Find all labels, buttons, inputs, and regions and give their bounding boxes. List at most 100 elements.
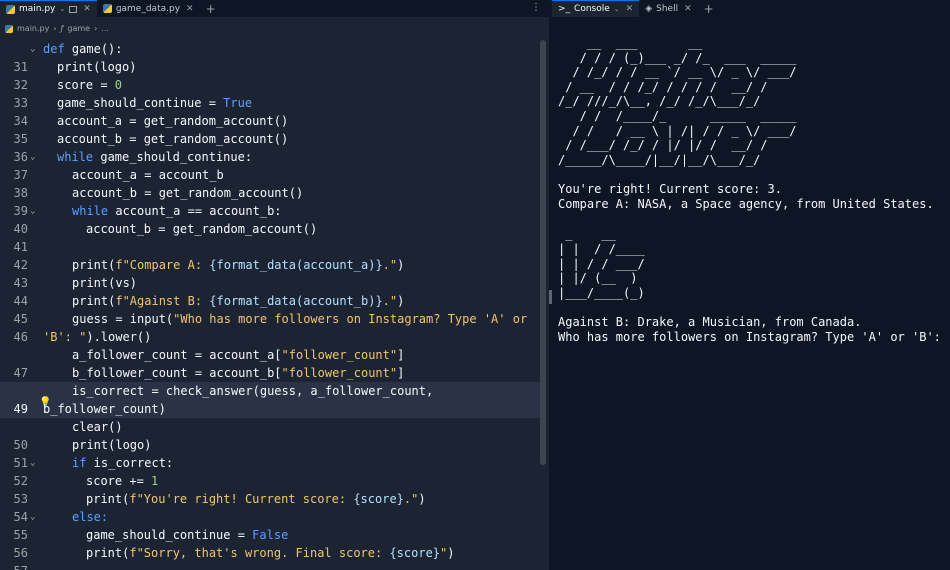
fold-chevron-icon[interactable]: ⌄ (30, 454, 35, 472)
code-token: account_a = get_random_account() (57, 114, 289, 128)
code-token: print(logo) (72, 438, 152, 452)
code-line[interactable]: 53 score += 1 (0, 472, 540, 506)
code-token: print( (72, 258, 116, 272)
chevron-down-icon[interactable]: ⌄ (614, 5, 620, 13)
tab-label: Shell (656, 3, 679, 14)
split-view-icon[interactable] (69, 5, 78, 13)
code-token: score = (57, 78, 115, 92)
code-line[interactable]: 54 print(f"You're right! Current score: … (0, 490, 540, 524)
fold-chevron-icon[interactable]: ⌄ (30, 202, 35, 220)
breadcrumb-separator-icon: › (94, 24, 98, 33)
console-pane: >_ Console ⌄ ✕ ◈ Shell ✕ + __ ___ __ / /… (552, 0, 950, 570)
input-prompt: Who has more followers on Instagram? Typ… (558, 330, 949, 345)
code-line-current[interactable]: 49 is_correct = check_answer(guess, a_fo… (0, 382, 540, 418)
code-token: {score} (389, 546, 441, 560)
code-line[interactable]: 35 account_a = get_random_account() (0, 112, 540, 146)
breadcrumb-symbol[interactable]: game (67, 24, 90, 33)
code-token: "follower_count" (281, 348, 398, 362)
add-tab-icon[interactable]: + (200, 2, 222, 16)
code-line[interactable]: 51 print(logo) (0, 436, 540, 470)
breadcrumb-more[interactable]: ... (101, 24, 109, 33)
close-icon[interactable]: ✕ (684, 4, 692, 14)
code-token: ." (403, 492, 419, 506)
breadcrumb-file[interactable]: main.py (17, 24, 49, 33)
tab-console[interactable]: >_ Console ⌄ ✕ (552, 0, 640, 17)
vs-art: _ __ | | / /____ | | / / ___/ | |/ (__ )… (558, 227, 645, 300)
code-line[interactable]: 56 game_should_continue = False (0, 526, 540, 560)
code-token: ." (382, 294, 398, 308)
code-token: ] (397, 348, 405, 362)
code-token: account_b = get_random_account() (72, 186, 304, 200)
code-token: 'B': " (43, 330, 87, 344)
chevron-down-icon[interactable]: ⌄ (59, 5, 65, 13)
code-token: account_b = get_random_account() (57, 132, 289, 146)
code-line[interactable]: 33 score = 0 (0, 76, 540, 110)
code-line[interactable]: 52 ⌄ if is_correct: (0, 454, 540, 488)
code-line[interactable]: 57 print(f"Sorry, that's wrong. Final sc… (0, 544, 540, 570)
code-token: ) (447, 546, 455, 560)
code-line[interactable]: 40 ⌄ while account_a == account_b: (0, 202, 540, 236)
code-token: f"Compare A: (115, 258, 210, 272)
fold-chevron-icon[interactable]: ⌄ (30, 40, 35, 58)
code-token: True (223, 96, 253, 110)
code-token: account_a = account_b (72, 168, 224, 182)
editor-scrollbar[interactable] (540, 40, 546, 465)
code-token: clear() (72, 420, 123, 434)
python-file-icon (102, 4, 112, 13)
tab-shell[interactable]: ◈ Shell ✕ (639, 0, 697, 17)
against-b-message: Against B: Drake, a Musician, from Canad… (558, 315, 862, 330)
fold-chevron-icon[interactable]: ⌄ (30, 148, 35, 166)
code-line[interactable]: 58 (0, 562, 540, 570)
add-tab-icon[interactable]: + (698, 2, 720, 16)
code-token: a_follower_count = account_a[ (72, 348, 282, 362)
code-token: b_follower_count) (43, 402, 166, 416)
code-token: False (252, 528, 289, 542)
console-output[interactable]: __ ___ __ / / / (_)___ _/ /_ ___ _____ /… (558, 36, 948, 345)
code-line[interactable]: 43 print(f"Compare A: {format_data(accou… (0, 256, 540, 290)
code-line[interactable]: 46 guess = input("Who has more followers… (0, 310, 540, 346)
code-token: ] (397, 366, 405, 380)
close-icon[interactable]: ✕ (186, 4, 194, 14)
code-token: "Who has more followers on Instagram? Ty… (173, 312, 528, 326)
code-token: account_b = get_random_account() (86, 222, 318, 236)
code-token: ." (382, 258, 398, 272)
code-token: while (57, 150, 94, 164)
more-options-icon[interactable]: ⋮ (531, 2, 541, 13)
close-icon[interactable]: ✕ (626, 4, 634, 14)
close-icon[interactable]: ✕ (83, 4, 91, 14)
function-icon: ƒ (60, 24, 64, 33)
tab-main-py[interactable]: main.py ⌄ ✕ (0, 0, 97, 17)
fold-chevron-icon[interactable]: ⌄ (30, 508, 35, 526)
code-line[interactable]: 47 a_follower_count = account_a["followe… (0, 346, 540, 380)
code-token: {score} (353, 492, 404, 506)
code-token: print( (86, 546, 130, 560)
code-line[interactable]: 31 ⌄ def game(): (0, 40, 540, 74)
code-line[interactable]: 42 (0, 238, 540, 272)
code-line[interactable]: 55 ⌄ else: (0, 508, 540, 542)
code-token: game_should_continue = (86, 528, 253, 542)
code-token: print( (86, 492, 130, 506)
code-line[interactable]: 34 game_should_continue = True (0, 94, 540, 128)
code-token: game (64, 42, 101, 56)
code-line[interactable]: 38 account_a = account_b (0, 166, 540, 200)
code-line[interactable]: 50 clear() (0, 418, 540, 452)
code-token: {format_data(account_a)} (209, 258, 383, 272)
code-line[interactable]: 39 account_b = get_random_account() (0, 184, 540, 218)
input-prompt-line[interactable]: Who has more followers on Instagram? Typ… (558, 330, 948, 345)
code-token: f"Sorry, that's wrong. Final score: (129, 546, 390, 560)
code-token: {format_data(account_b)} (209, 294, 383, 308)
code-line[interactable]: 44 print(vs) (0, 274, 540, 308)
code-editor[interactable]: 31 ⌄ def game(): 32 print(logo) 33 score… (0, 40, 540, 570)
code-token: is_correct: (86, 456, 174, 470)
code-token: print(vs) (72, 276, 138, 290)
code-token: 0 (114, 78, 123, 92)
code-token: ) (418, 492, 426, 506)
breadcrumb: main.py › ƒ game › ... (0, 20, 549, 37)
tab-game-data-py[interactable]: game_data.py ✕ (97, 0, 200, 17)
code-line[interactable]: 36 account_b = get_random_account() (0, 130, 540, 164)
code-line[interactable]: 45 print(f"Against B: {format_data(accou… (0, 292, 540, 326)
code-line[interactable]: 48 b_follower_count = account_b["followe… (0, 364, 540, 398)
code-line[interactable]: 32 print(logo) (0, 58, 540, 92)
code-line[interactable]: 37 ⌄ while game_should_continue: (0, 148, 540, 182)
code-line[interactable]: 41 account_b = get_random_account() (0, 220, 540, 254)
